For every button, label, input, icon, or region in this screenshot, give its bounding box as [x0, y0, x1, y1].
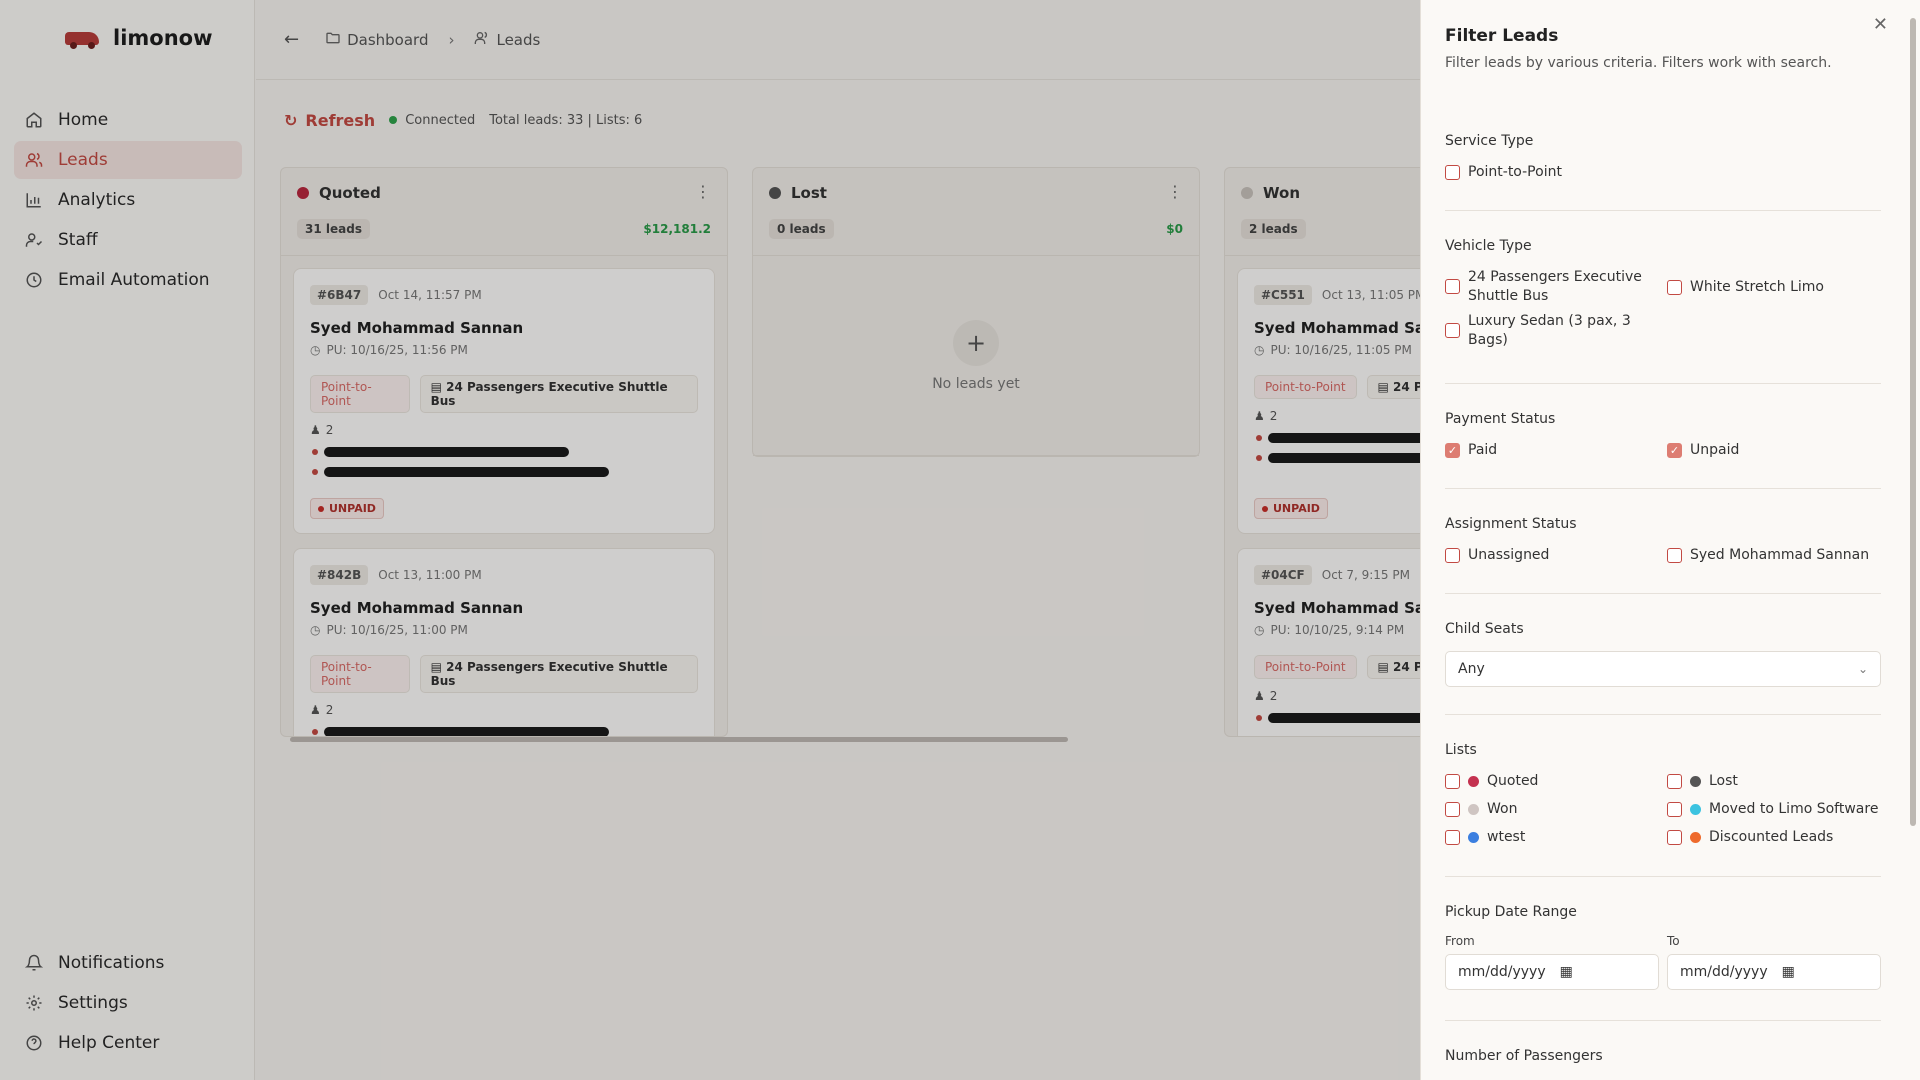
option-label: Point-to-Point: [1468, 164, 1562, 180]
list-color-dot: [1690, 776, 1701, 787]
filter-option-paid[interactable]: ✓ Paid: [1445, 441, 1667, 460]
divider: [1445, 210, 1881, 211]
checkbox[interactable]: [1445, 548, 1460, 563]
panel-title: Filter Leads: [1445, 26, 1559, 46]
filter-list-moved-to-limo-software[interactable]: Moved to Limo Software: [1667, 800, 1881, 819]
date-placeholder: mm/dd/yyyy: [1458, 964, 1546, 980]
select-value: Any: [1458, 661, 1485, 677]
checkbox[interactable]: [1667, 548, 1682, 563]
checkbox[interactable]: ✓: [1445, 443, 1460, 458]
option-label: Discounted Leads: [1709, 829, 1834, 845]
filter-list-lost[interactable]: Lost: [1667, 772, 1881, 791]
date-from-input[interactable]: mm/dd/yyyy ▦: [1445, 954, 1659, 990]
divider: [1445, 593, 1881, 594]
option-label: White Stretch Limo: [1690, 278, 1824, 295]
checkbox[interactable]: ✓: [1667, 443, 1682, 458]
payment-status-section: Payment Status ✓ Paid ✓ Unpaid: [1445, 411, 1881, 460]
filter-option-staff-member[interactable]: Syed Mohammad Sannan: [1667, 546, 1881, 565]
date-placeholder: mm/dd/yyyy: [1680, 964, 1768, 980]
date-to-label: To: [1667, 934, 1680, 948]
filter-option-luxury-sedan[interactable]: Luxury Sedan (3 pax, 3 Bags): [1445, 312, 1645, 350]
section-title: Vehicle Type: [1445, 238, 1532, 254]
section-title: Child Seats: [1445, 621, 1524, 637]
checkbox[interactable]: [1667, 279, 1682, 295]
divider: [1445, 1020, 1881, 1021]
chevron-down-icon: ⌄: [1857, 662, 1868, 676]
list-color-dot: [1468, 832, 1479, 843]
passengers-section: Number of Passengers: [1445, 1048, 1881, 1078]
filter-option-unpaid[interactable]: ✓ Unpaid: [1667, 441, 1881, 460]
child-seats-select[interactable]: Any ⌄: [1445, 651, 1881, 687]
filter-option-shuttle-bus[interactable]: 24 Passengers Executive Shuttle Bus: [1445, 268, 1645, 306]
calendar-icon[interactable]: ▦: [1560, 964, 1573, 980]
list-color-dot: [1468, 776, 1479, 787]
section-title: Number of Passengers: [1445, 1048, 1603, 1064]
service-type-section: Service Type Point-to-Point: [1445, 133, 1881, 182]
checkbox[interactable]: [1445, 802, 1460, 817]
list-color-dot: [1690, 832, 1701, 843]
list-color-dot: [1690, 804, 1701, 815]
section-title: Service Type: [1445, 133, 1534, 149]
filter-list-won[interactable]: Won: [1445, 800, 1667, 819]
section-title: Assignment Status: [1445, 516, 1577, 532]
date-from-group: From mm/dd/yyyy ▦: [1445, 934, 1667, 990]
lists-section: Lists Quoted Lost Won Moved to Limo Soft…: [1445, 742, 1881, 847]
filter-option-point-to-point[interactable]: Point-to-Point: [1445, 163, 1881, 182]
checkbox[interactable]: [1445, 279, 1460, 294]
vertical-scrollbar[interactable]: [1910, 18, 1916, 826]
option-label: Won: [1487, 801, 1518, 817]
option-label: 24 Passengers Executive Shuttle Bus: [1468, 269, 1642, 304]
date-to-input[interactable]: mm/dd/yyyy ▦: [1667, 954, 1881, 990]
filter-option-unassigned[interactable]: Unassigned: [1445, 546, 1667, 565]
divider: [1445, 876, 1881, 877]
checkbox[interactable]: [1445, 323, 1460, 338]
checkbox[interactable]: [1667, 802, 1682, 817]
checkbox[interactable]: [1667, 774, 1682, 789]
option-label: Paid: [1468, 442, 1498, 458]
filter-panel: ✕ Filter Leads Filter leads by various c…: [1420, 0, 1920, 1080]
divider: [1445, 714, 1881, 715]
section-title: Payment Status: [1445, 411, 1556, 427]
checkbox[interactable]: [1445, 165, 1460, 180]
assignment-status-section: Assignment Status Unassigned Syed Mohamm…: [1445, 516, 1881, 565]
pickup-date-section: Pickup Date Range From mm/dd/yyyy ▦ To mm…: [1445, 904, 1881, 990]
date-from-label: From: [1445, 934, 1475, 948]
option-label: Syed Mohammad Sannan: [1690, 547, 1870, 563]
section-title: Lists: [1445, 742, 1477, 758]
checkbox[interactable]: [1667, 830, 1682, 845]
panel-subtitle: Filter leads by various criteria. Filter…: [1445, 55, 1832, 71]
option-label: wtest: [1487, 829, 1526, 845]
calendar-icon[interactable]: ▦: [1782, 964, 1795, 980]
option-label: Moved to Limo Software: [1709, 801, 1879, 817]
vehicle-type-section: Vehicle Type 24 Passengers Executive Shu…: [1445, 238, 1881, 350]
close-icon[interactable]: ✕: [1873, 14, 1888, 35]
checkbox[interactable]: [1445, 774, 1460, 789]
child-seats-section: Child Seats Any ⌄: [1445, 621, 1881, 687]
filter-list-discounted-leads[interactable]: Discounted Leads: [1667, 828, 1881, 847]
section-title: Pickup Date Range: [1445, 904, 1577, 920]
option-label: Quoted: [1487, 773, 1539, 789]
option-label: Unpaid: [1690, 442, 1740, 458]
divider: [1445, 488, 1881, 489]
date-to-group: To mm/dd/yyyy ▦: [1667, 934, 1881, 990]
checkbox[interactable]: [1445, 830, 1460, 845]
list-color-dot: [1468, 804, 1479, 815]
option-label: Luxury Sedan (3 pax, 3 Bags): [1468, 313, 1631, 348]
filter-list-wtest[interactable]: wtest: [1445, 828, 1667, 847]
modal-overlay[interactable]: [0, 0, 1420, 1080]
option-label: Lost: [1709, 773, 1738, 789]
divider: [1445, 383, 1881, 384]
filter-option-white-stretch-limo[interactable]: White Stretch Limo: [1667, 268, 1881, 306]
filter-list-quoted[interactable]: Quoted: [1445, 772, 1667, 791]
option-label: Unassigned: [1468, 547, 1550, 563]
